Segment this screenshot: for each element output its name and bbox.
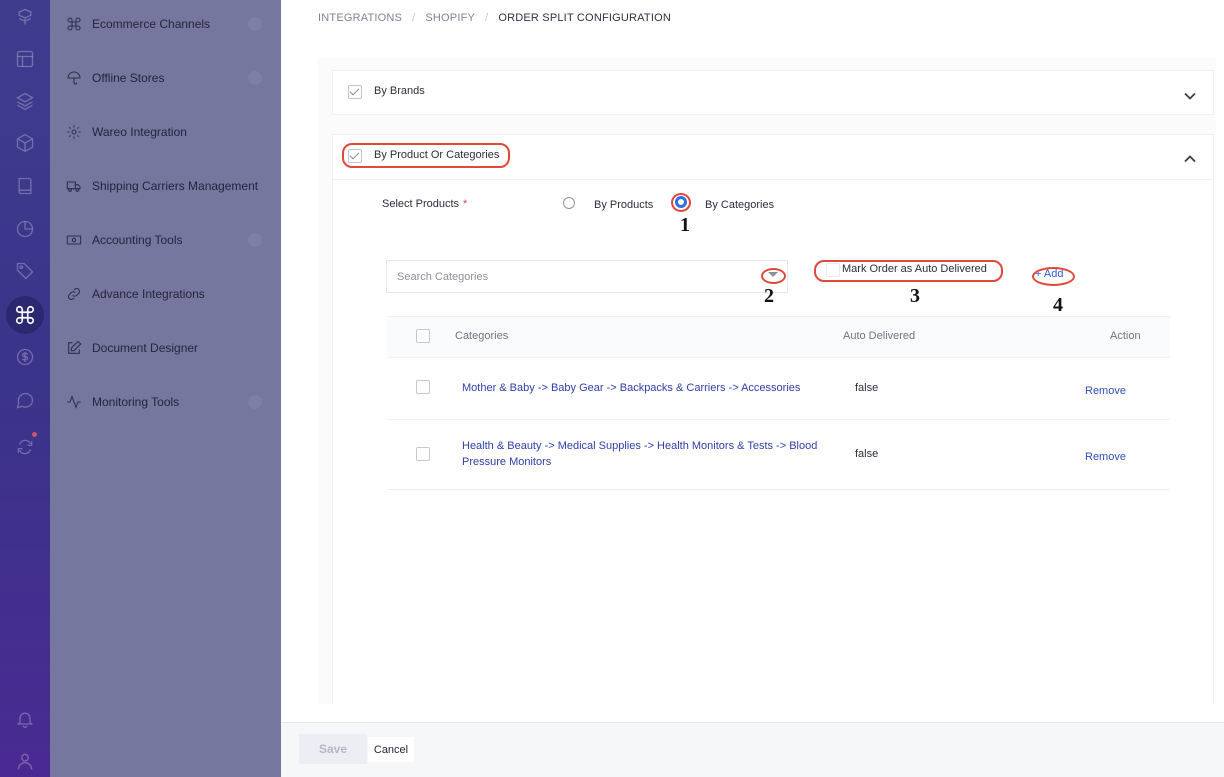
sidebar-item-badge (248, 395, 262, 409)
table-row: Mother & Baby -> Baby Gear -> Backpacks … (387, 358, 1170, 420)
table-header: Categories Auto Delivered Action (387, 316, 1170, 358)
annotation-label-3: 3 (910, 285, 920, 307)
radio-by-products-label[interactable]: By Products (594, 199, 653, 211)
sidebar-item-label: Accounting Tools (92, 233, 183, 247)
sidebar-item-label: Monitoring Tools (92, 395, 180, 409)
sidebar-item-shipping-carriers[interactable]: Shipping Carriers Management (66, 176, 266, 196)
layout-icon[interactable] (12, 46, 38, 72)
breadcrumb: INTEGRATIONS / SHOPIFY / ORDER SPLIT CON… (318, 12, 671, 24)
sidebar-item-ecommerce-channels[interactable]: Ecommerce Channels (66, 14, 266, 34)
truck-icon (66, 181, 81, 192)
notification-dot (32, 432, 37, 437)
annotation-label-2: 2 (764, 285, 774, 307)
sidebar-item-label: Offline Stores (92, 71, 165, 85)
logo-icon[interactable] (12, 4, 38, 30)
row-checkbox[interactable] (416, 447, 430, 461)
cancel-button[interactable]: Cancel (368, 737, 414, 762)
annotation-label-1: 1 (680, 214, 690, 236)
activity-icon (67, 395, 81, 409)
chevron-up-icon[interactable] (1183, 152, 1197, 166)
box-icon[interactable] (12, 130, 38, 156)
sidebar-item-label: Wareo Integration (92, 125, 187, 139)
required-mark: * (463, 198, 468, 210)
highlight-by-product-or-categories (342, 143, 510, 168)
annotation-label-4: 4 (1053, 294, 1063, 316)
dollar-icon[interactable] (12, 344, 38, 370)
header-auto-delivered: Auto Delivered (843, 330, 916, 342)
edit-icon (68, 340, 82, 354)
gear-icon (67, 125, 81, 139)
highlight-add (1032, 267, 1075, 286)
bell-icon[interactable] (12, 706, 38, 732)
by-brands-checkbox[interactable] (348, 85, 362, 99)
row-auto-delivered: false (855, 448, 879, 460)
refresh-icon[interactable] (12, 434, 38, 460)
radio-by-categories-label[interactable]: By Categories (705, 199, 774, 211)
sidebar-item-accounting-tools[interactable]: Accounting Tools (66, 230, 266, 250)
money-icon (66, 235, 82, 245)
breadcrumb-separator: / (485, 12, 489, 24)
sidebar-item-wareo-integration[interactable]: Wareo Integration (66, 122, 266, 142)
sidebar-item-label: Advance Integrations (92, 287, 205, 301)
sidebar-item-badge (248, 233, 262, 247)
icon-rail (0, 0, 50, 777)
layers-icon[interactable] (12, 88, 38, 114)
breadcrumb-integrations[interactable]: INTEGRATIONS (318, 12, 402, 24)
header-action: Action (1110, 330, 1141, 342)
umbrella-icon (67, 71, 81, 85)
tag-icon[interactable] (12, 258, 38, 284)
highlight-mark-auto-delivered (814, 260, 1003, 282)
save-button[interactable]: Save (299, 734, 367, 764)
sidebar-item-badge (248, 71, 262, 85)
sidebar-item-advance-integrations[interactable]: Advance Integrations (66, 284, 266, 304)
row-category[interactable]: Mother & Baby -> Baby Gear -> Backpacks … (462, 380, 822, 396)
select-products-text: Select Products (382, 198, 460, 210)
header-categories: Categories (455, 330, 509, 342)
link-icon (67, 287, 81, 301)
search-categories-select[interactable] (386, 260, 788, 293)
row-category[interactable]: Health & Beauty -> Medical Supplies -> H… (462, 438, 822, 470)
row-checkbox[interactable] (416, 380, 430, 394)
chat-icon[interactable] (12, 387, 38, 413)
sidebar-item-badge (248, 17, 262, 31)
command-icon[interactable] (6, 296, 44, 334)
remove-button[interactable]: Remove (1085, 385, 1126, 397)
chevron-down-icon[interactable] (1183, 89, 1197, 103)
clock-icon[interactable] (12, 216, 38, 242)
select-all-checkbox[interactable] (416, 329, 430, 343)
breadcrumb-shopify[interactable]: SHOPIFY (425, 12, 475, 24)
remove-button[interactable]: Remove (1085, 451, 1126, 463)
panel-by-brands[interactable]: By Brands (332, 70, 1214, 115)
search-input[interactable] (387, 261, 747, 292)
highlight-radio (671, 193, 691, 212)
sidebar-item-label: Shipping Carriers Management (92, 179, 259, 193)
select-products-label: Select Products * (382, 198, 467, 210)
sidebar-item-label: Ecommerce Channels (92, 17, 211, 31)
sidebar-item-document-designer[interactable]: Document Designer (66, 338, 266, 358)
sidebar-item-label: Document Designer (92, 341, 199, 355)
sidebar-item-offline-stores[interactable]: Offline Stores (66, 68, 266, 88)
row-auto-delivered: false (855, 382, 879, 394)
table-row: Health & Beauty -> Medical Supplies -> H… (387, 420, 1170, 490)
panel-title: By Brands (374, 85, 425, 97)
command-icon (67, 17, 81, 31)
sidebar-item-monitoring-tools[interactable]: Monitoring Tools (66, 392, 266, 412)
breadcrumb-current: ORDER SPLIT CONFIGURATION (498, 12, 671, 24)
radio-by-products[interactable] (563, 197, 575, 209)
highlight-dropdown-caret (761, 268, 786, 284)
user-icon[interactable] (12, 748, 38, 774)
breadcrumb-separator: / (412, 12, 416, 24)
sidebar-menu: Ecommerce Channels Offline Stores Wareo … (50, 0, 281, 777)
book-icon[interactable] (12, 173, 38, 199)
footer-bar (281, 722, 1224, 777)
